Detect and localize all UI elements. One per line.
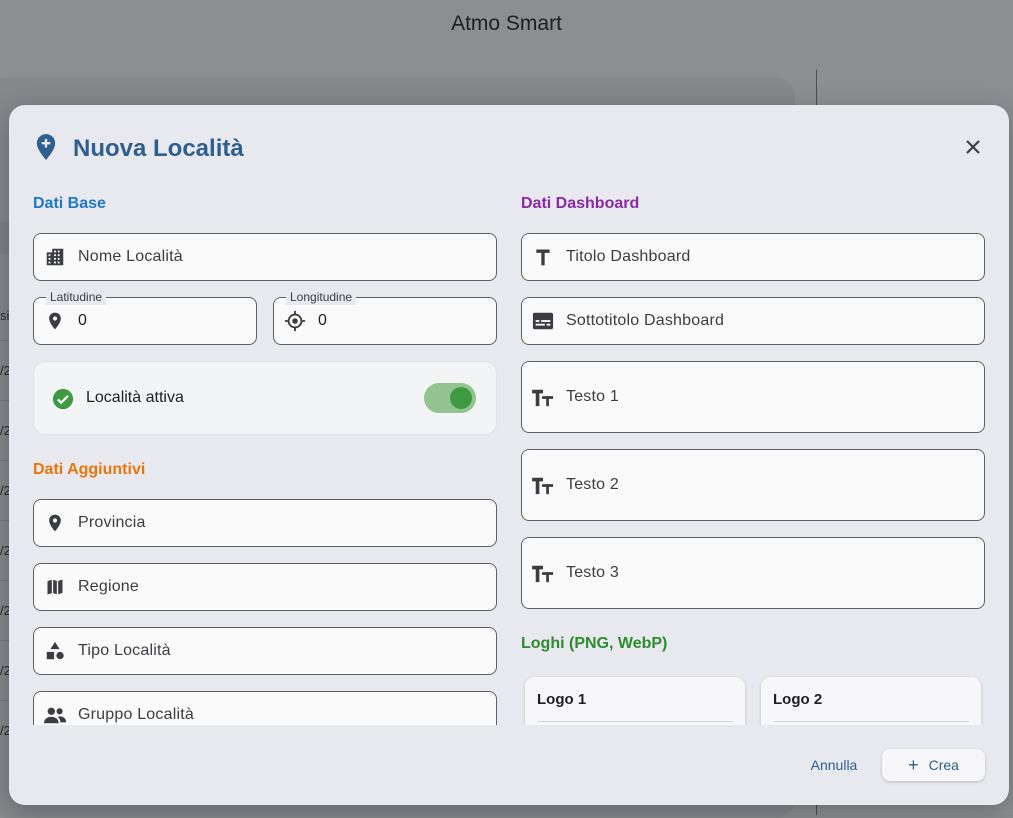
text3-placeholder: Testo 3 [566, 564, 619, 581]
longitude-label: Longitudine [286, 289, 357, 305]
province-placeholder: Provincia [78, 514, 146, 531]
logo1-label: Logo 1 [537, 691, 587, 708]
text3-field[interactable]: Testo 3 [521, 537, 985, 609]
crosshair-icon [283, 309, 307, 333]
section-title-logos: Loghi (PNG, WebP) [521, 635, 668, 652]
latitude-field[interactable]: Latitudine 0 [33, 289, 257, 345]
text-fields-icon [531, 385, 555, 409]
location-name-field[interactable]: Nome Località [33, 233, 497, 281]
text1-field[interactable]: Testo 1 [521, 361, 985, 433]
new-location-dialog: Nuova Località Dati Base Nome Località L… [9, 105, 1009, 805]
text2-placeholder: Testo 2 [566, 476, 619, 493]
longitude-value: 0 [318, 312, 327, 329]
close-icon [966, 140, 980, 154]
shapes-icon [43, 639, 67, 663]
close-button[interactable] [961, 135, 985, 159]
longitude-field[interactable]: Longitudine 0 [273, 289, 497, 345]
latitude-label: Latitudine [46, 289, 107, 305]
location-group-placeholder: Gruppo Località [78, 706, 194, 723]
dashboard-title-field[interactable]: Titolo Dashboard [521, 233, 985, 281]
dashboard-title-placeholder: Titolo Dashboard [566, 248, 691, 265]
plus-icon: + [908, 755, 919, 775]
check-circle-icon [52, 388, 74, 415]
logo1-card[interactable]: Logo 1 [525, 677, 745, 725]
title-icon [531, 245, 555, 269]
active-location-toggle[interactable] [424, 383, 476, 413]
create-button-label: Crea [928, 757, 959, 773]
dialog-body[interactable]: Dati Base Nome Località Latitudine 0 Lon… [9, 185, 1009, 725]
location-pin-icon [43, 309, 67, 333]
text1-placeholder: Testo 1 [566, 388, 619, 405]
active-location-label: Località attiva [86, 389, 184, 406]
active-location-card: Località attiva [33, 361, 497, 435]
subtitles-icon [531, 309, 555, 333]
group-icon [43, 703, 67, 725]
text-fields-icon [531, 473, 555, 497]
logo2-card[interactable]: Logo 2 [761, 677, 981, 725]
dashboard-subtitle-field[interactable]: Sottotitolo Dashboard [521, 297, 985, 345]
app-title: Atmo Smart [451, 12, 562, 35]
location-pin-icon [43, 511, 67, 535]
section-title-base: Dati Base [33, 195, 106, 212]
location-group-field[interactable]: Gruppo Località [33, 691, 497, 725]
province-field[interactable]: Provincia [33, 499, 497, 547]
map-icon [43, 575, 67, 599]
logo2-divider [773, 721, 969, 722]
location-type-placeholder: Tipo Località [78, 642, 171, 659]
region-field[interactable]: Regione [33, 563, 497, 611]
building-icon [43, 245, 67, 269]
dashboard-subtitle-placeholder: Sottotitolo Dashboard [566, 312, 725, 329]
location-type-field[interactable]: Tipo Località [33, 627, 497, 675]
add-location-icon [33, 133, 59, 166]
dialog-footer: Annulla + Crea [9, 741, 1009, 805]
create-button[interactable]: + Crea [882, 749, 985, 781]
text2-field[interactable]: Testo 2 [521, 449, 985, 521]
dialog-header: Nuova Località [33, 131, 244, 167]
dialog-title: Nuova Località [73, 135, 244, 162]
cancel-button[interactable]: Annulla [799, 749, 869, 781]
text-fields-icon [531, 561, 555, 585]
logo2-label: Logo 2 [773, 691, 823, 708]
section-title-dashboard: Dati Dashboard [521, 195, 640, 212]
location-name-placeholder: Nome Località [78, 248, 183, 265]
section-title-additional: Dati Aggiuntivi [33, 461, 146, 478]
region-placeholder: Regione [78, 578, 140, 595]
toggle-knob [450, 387, 472, 409]
latitude-value: 0 [78, 312, 87, 329]
logo1-divider [537, 721, 733, 722]
background-row-label: si [0, 308, 10, 323]
